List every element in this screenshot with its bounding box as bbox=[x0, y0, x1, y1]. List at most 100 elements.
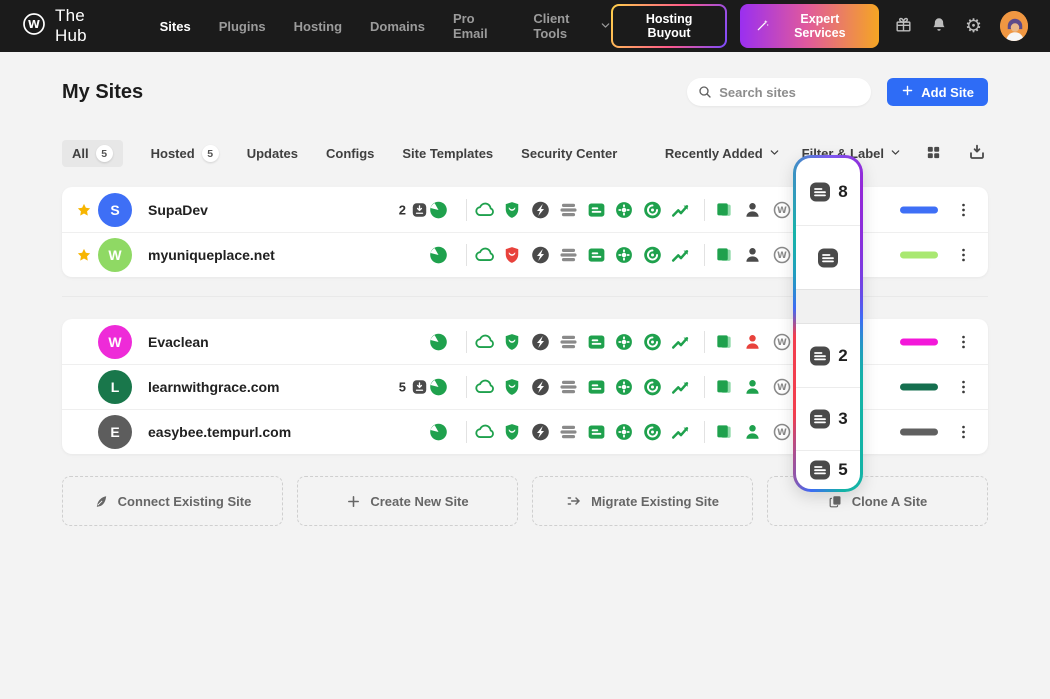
users-icon[interactable] bbox=[743, 332, 762, 351]
defender-shield-icon[interactable] bbox=[502, 422, 522, 442]
site-label-pill[interactable] bbox=[900, 206, 938, 213]
users-icon[interactable] bbox=[743, 378, 762, 397]
users-icon[interactable] bbox=[743, 423, 762, 442]
tab-configs[interactable]: Configs bbox=[326, 146, 374, 161]
favorite-star-icon[interactable] bbox=[76, 202, 92, 218]
checkup-icon[interactable] bbox=[428, 199, 449, 220]
hosting-buyout-button[interactable]: Hosting Buyout bbox=[611, 4, 726, 48]
row-menu-button[interactable] bbox=[952, 421, 975, 444]
smush-icon[interactable] bbox=[558, 245, 579, 266]
expert-services-button[interactable]: Expert Services bbox=[740, 4, 879, 48]
site-name[interactable]: learnwithgrace.com bbox=[148, 379, 280, 395]
connect-existing-site-button[interactable]: Connect Existing Site bbox=[62, 476, 283, 526]
defender-shield-icon[interactable] bbox=[502, 377, 522, 397]
row-menu-button[interactable] bbox=[952, 376, 975, 399]
row-menu-button[interactable] bbox=[952, 330, 975, 353]
wordpress-icon[interactable]: W bbox=[772, 332, 792, 352]
hosting-cloud-icon[interactable] bbox=[474, 199, 496, 221]
nav-item-domains[interactable]: Domains bbox=[370, 19, 425, 34]
tab-all[interactable]: All5 bbox=[62, 140, 123, 167]
wordpress-icon[interactable]: W bbox=[772, 377, 792, 397]
hummingbird-icon[interactable] bbox=[530, 199, 551, 220]
hummingbird-icon[interactable] bbox=[530, 245, 551, 266]
nav-item-pro-email[interactable]: Pro Email bbox=[453, 11, 505, 41]
settings-button[interactable]: ⚙ bbox=[963, 15, 984, 38]
site-avatar[interactable]: S bbox=[98, 193, 132, 227]
forminator-icon[interactable] bbox=[614, 332, 634, 352]
forminator-icon[interactable] bbox=[614, 200, 634, 220]
smartcrawl-icon[interactable] bbox=[586, 422, 607, 443]
notifications-button[interactable] bbox=[928, 14, 950, 39]
snapshot-icon[interactable] bbox=[714, 422, 734, 442]
site-label-pill[interactable] bbox=[900, 252, 938, 259]
export-button[interactable] bbox=[966, 141, 988, 166]
gifts-button[interactable] bbox=[892, 13, 915, 39]
checkup-icon[interactable] bbox=[428, 245, 449, 266]
users-icon[interactable] bbox=[743, 200, 762, 219]
smartcrawl-icon[interactable] bbox=[586, 377, 607, 398]
defender-shield-icon[interactable] bbox=[502, 332, 522, 352]
site-avatar[interactable]: L bbox=[98, 370, 132, 404]
tab-updates[interactable]: Updates bbox=[247, 146, 298, 161]
hosting-cloud-icon[interactable] bbox=[474, 421, 496, 443]
hummingbird-icon[interactable] bbox=[530, 422, 551, 443]
row-menu-button[interactable] bbox=[952, 198, 975, 221]
wordpress-icon[interactable]: W bbox=[772, 245, 792, 265]
site-name[interactable]: SupaDev bbox=[148, 202, 208, 218]
forminator-icon[interactable] bbox=[614, 377, 634, 397]
migrate-existing-site-button[interactable]: Migrate Existing Site bbox=[532, 476, 753, 526]
defender-shield-icon[interactable] bbox=[502, 245, 522, 265]
snapshot-icon[interactable] bbox=[714, 377, 734, 397]
tab-hosted[interactable]: Hosted5 bbox=[151, 145, 219, 162]
hustle-icon[interactable] bbox=[642, 199, 663, 220]
smush-icon[interactable] bbox=[558, 331, 579, 352]
hustle-icon[interactable] bbox=[642, 331, 663, 352]
wordpress-icon[interactable]: W bbox=[772, 422, 792, 442]
hustle-icon[interactable] bbox=[642, 377, 663, 398]
site-avatar[interactable]: W bbox=[98, 238, 132, 272]
hub-logo[interactable]: W The Hub bbox=[22, 6, 118, 46]
site-avatar[interactable]: E bbox=[98, 415, 132, 449]
hosting-cloud-icon[interactable] bbox=[474, 376, 496, 398]
updates-indicator[interactable]: 2 bbox=[358, 201, 428, 218]
beehive-icon[interactable] bbox=[670, 199, 692, 221]
smartcrawl-icon[interactable] bbox=[586, 199, 607, 220]
nav-item-hosting[interactable]: Hosting bbox=[294, 19, 342, 34]
smush-icon[interactable] bbox=[558, 422, 579, 443]
hustle-icon[interactable] bbox=[642, 245, 663, 266]
site-name[interactable]: Evaclean bbox=[148, 334, 209, 350]
site-avatar[interactable]: W bbox=[98, 325, 132, 359]
snapshot-icon[interactable] bbox=[714, 332, 734, 352]
defender-shield-icon[interactable] bbox=[502, 200, 522, 220]
site-label-pill[interactable] bbox=[900, 338, 938, 345]
tab-site-templates[interactable]: Site Templates bbox=[402, 146, 493, 161]
user-avatar[interactable] bbox=[1000, 11, 1028, 41]
snapshot-icon[interactable] bbox=[714, 200, 734, 220]
smartcrawl-icon[interactable] bbox=[586, 245, 607, 266]
add-site-button[interactable]: Add Site bbox=[887, 78, 988, 106]
beehive-icon[interactable] bbox=[670, 331, 692, 353]
users-icon[interactable] bbox=[743, 246, 762, 265]
forminator-icon[interactable] bbox=[614, 422, 634, 442]
smush-icon[interactable] bbox=[558, 199, 579, 220]
site-label-pill[interactable] bbox=[900, 384, 938, 391]
smartcrawl-icon[interactable] bbox=[586, 331, 607, 352]
snapshot-icon[interactable] bbox=[714, 245, 734, 265]
forminator-icon[interactable] bbox=[614, 245, 634, 265]
nav-item-sites[interactable]: Sites bbox=[160, 19, 191, 34]
create-new-site-button[interactable]: Create New Site bbox=[297, 476, 518, 526]
site-label-pill[interactable] bbox=[900, 429, 938, 436]
checkup-icon[interactable] bbox=[428, 422, 449, 443]
wordpress-icon[interactable]: W bbox=[772, 200, 792, 220]
row-menu-button[interactable] bbox=[952, 244, 975, 267]
site-name[interactable]: myuniqueplace.net bbox=[148, 247, 275, 263]
checkup-icon[interactable] bbox=[428, 377, 449, 398]
search-input[interactable] bbox=[687, 78, 871, 106]
beehive-icon[interactable] bbox=[670, 376, 692, 398]
favorite-star-icon[interactable] bbox=[76, 247, 92, 263]
hummingbird-icon[interactable] bbox=[530, 331, 551, 352]
hosting-cloud-icon[interactable] bbox=[474, 331, 496, 353]
checkup-icon[interactable] bbox=[428, 331, 449, 352]
hummingbird-icon[interactable] bbox=[530, 377, 551, 398]
grid-view-button[interactable] bbox=[923, 142, 944, 166]
